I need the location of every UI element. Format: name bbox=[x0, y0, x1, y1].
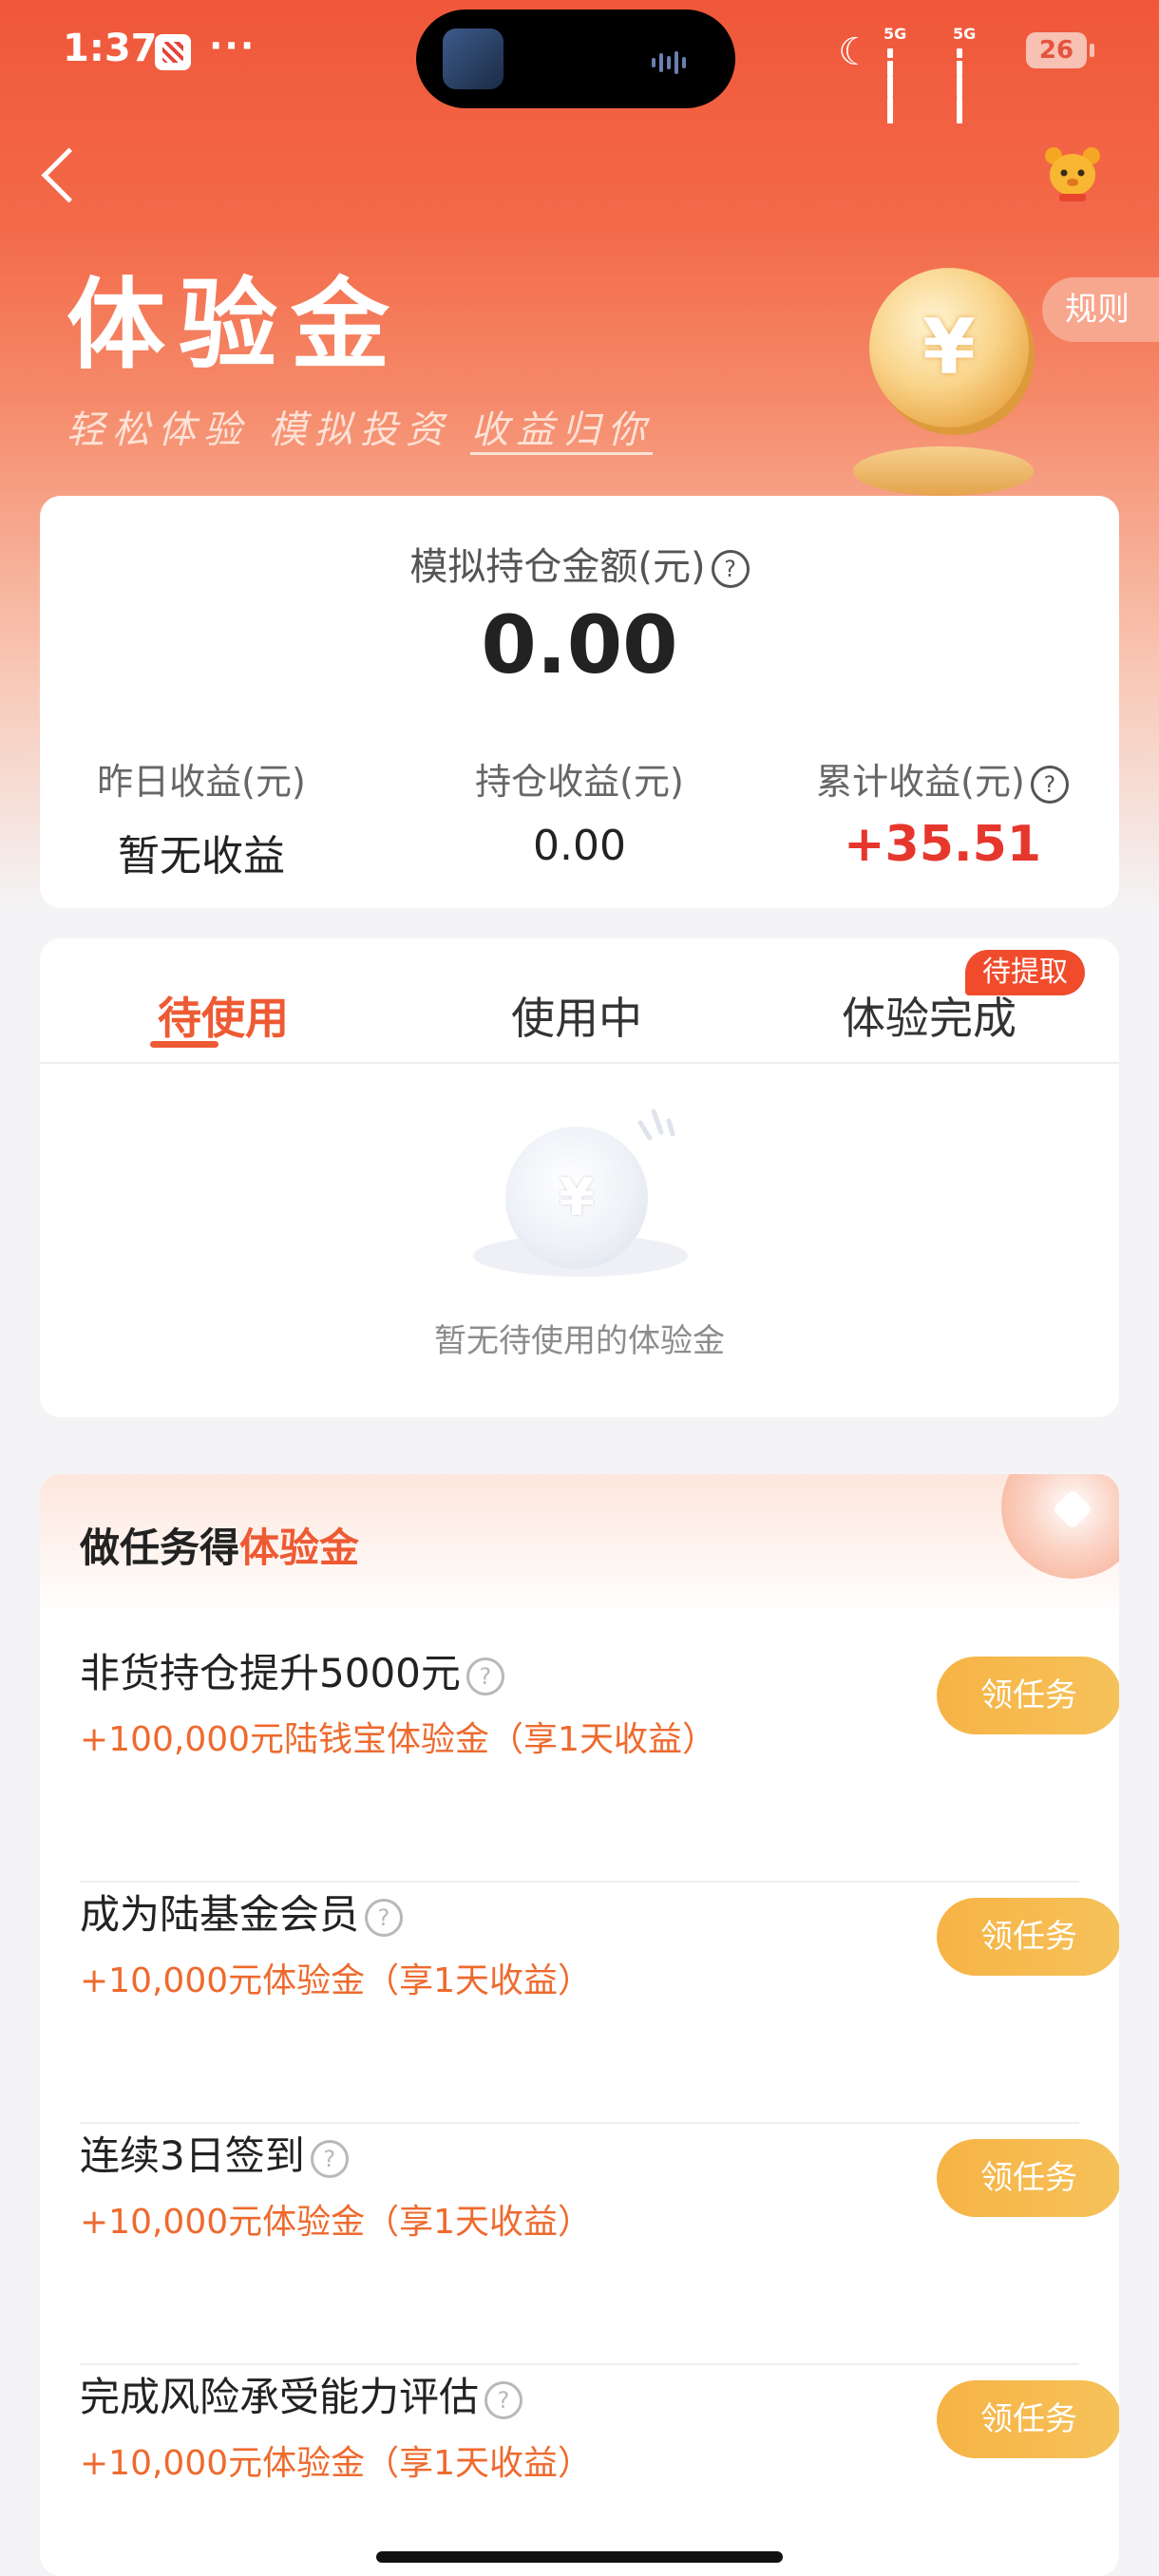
media-thumbnail-icon bbox=[443, 28, 504, 89]
tasks-card: 做任务得体验金 非货持仓提升5000元? +100,000元陆钱宝体验金（享1天… bbox=[40, 1474, 1119, 2576]
hero-subtitle-highlight: 收益归你 bbox=[470, 408, 654, 455]
task-reward: +10,000元体验金（享1天收益） bbox=[80, 2203, 593, 2242]
back-button[interactable] bbox=[36, 141, 82, 207]
claim-task-button[interactable]: 领任务 bbox=[937, 1657, 1119, 1734]
help-icon[interactable]: ? bbox=[310, 2139, 349, 2178]
help-icon[interactable]: ? bbox=[484, 2380, 523, 2419]
help-icon[interactable]: ? bbox=[365, 1898, 404, 1937]
holding-value: 0.00 bbox=[481, 598, 678, 691]
position-value: 0.00 bbox=[533, 822, 626, 870]
task-item: 成为陆基金会员? +10,000元体验金（享1天收益） 领任务 bbox=[80, 1883, 1119, 2124]
help-icon[interactable]: ? bbox=[711, 550, 750, 588]
position-label: 持仓收益(元) bbox=[475, 761, 684, 803]
battery-icon: 26 bbox=[1026, 32, 1094, 68]
tasks-title: 做任务得体验金 bbox=[80, 1516, 359, 1574]
decorative-orb-icon bbox=[1001, 1474, 1119, 1579]
task-item: 连续3日签到? +10,000元体验金（享1天收益） 领任务 bbox=[80, 2124, 1119, 2365]
page-title: 体验金 bbox=[66, 267, 404, 383]
home-indicator[interactable] bbox=[376, 2551, 783, 2563]
yesterday-earnings: 昨日收益(元) 暂无收益 bbox=[40, 752, 363, 882]
position-earnings: 持仓收益(元) 0.00 bbox=[418, 752, 741, 870]
empty-coin-symbol: ¥ bbox=[559, 1167, 595, 1227]
task-title: 成为陆基金会员 bbox=[80, 1891, 360, 1938]
task-title-row: 完成风险承受能力评估? bbox=[80, 2365, 523, 2423]
hero-subtitle: 轻松体验 模拟投资 收益归你 bbox=[66, 399, 654, 455]
task-item: 完成风险承受能力评估? +10,000元体验金（享1天收益） 领任务 bbox=[80, 2365, 1119, 2576]
notification-app-icon bbox=[155, 34, 191, 70]
gold-coin-icon: ¥ bbox=[869, 268, 1029, 427]
task-item: 非货持仓提升5000元? +100,000元陆钱宝体验金（享1天收益） 领任务 bbox=[80, 1641, 1119, 1883]
claim-task-button[interactable]: 领任务 bbox=[937, 2139, 1119, 2217]
tasks-title-prefix: 做任务得 bbox=[80, 1525, 240, 1571]
help-icon[interactable]: ? bbox=[466, 1657, 504, 1695]
coin-symbol: ¥ bbox=[922, 303, 976, 391]
task-title-row: 成为陆基金会员? bbox=[80, 1883, 404, 1941]
status-bar: 1:37 ··· ☾ 5G 5G 26 bbox=[0, 0, 1159, 123]
sparkle-icon bbox=[637, 1108, 675, 1141]
help-icon[interactable]: ? bbox=[1030, 765, 1069, 804]
task-title-row: 非货持仓提升5000元? bbox=[80, 1641, 504, 1699]
battery-level: 26 bbox=[1038, 36, 1074, 65]
task-reward: +10,000元体验金（享1天收益） bbox=[80, 2444, 593, 2483]
task-title-row: 连续3日签到? bbox=[80, 2124, 349, 2182]
audio-wave-icon bbox=[652, 51, 699, 74]
status-more-dots: ··· bbox=[209, 25, 256, 66]
task-reward: +10,000元体验金（享1天收益） bbox=[80, 1961, 593, 2000]
total-value: +35.51 bbox=[843, 816, 1042, 873]
task-title: 连续3日签到 bbox=[80, 2132, 305, 2179]
task-title: 非货持仓提升5000元 bbox=[80, 1650, 461, 1696]
task-title: 完成风险承受能力评估 bbox=[80, 2374, 480, 2420]
total-earnings: 累计收益(元)? +35.51 bbox=[771, 752, 1113, 873]
total-label: 累计收益(元) bbox=[816, 761, 1025, 803]
claim-task-button[interactable]: 领任务 bbox=[937, 1898, 1119, 1976]
status-time: 1:37 bbox=[63, 27, 158, 70]
tasks-title-highlight: 体验金 bbox=[239, 1525, 360, 1571]
tab-pending[interactable]: 待使用 bbox=[158, 984, 289, 1047]
mascot-icon[interactable] bbox=[1042, 142, 1103, 203]
total-label-row: 累计收益(元)? bbox=[771, 752, 1113, 805]
dynamic-island[interactable] bbox=[416, 9, 735, 108]
active-tab-indicator bbox=[150, 1041, 218, 1048]
empty-state-text: 暂无待使用的体验金 bbox=[434, 1322, 725, 1360]
tab-in-use[interactable]: 使用中 bbox=[511, 984, 642, 1047]
tab-badge: 待提取 bbox=[965, 950, 1085, 995]
empty-coin-icon: ¥ bbox=[505, 1127, 648, 1269]
holding-label: 模拟持仓金额(元) bbox=[409, 545, 706, 589]
summary-card: 模拟持仓金额(元)? 0.00 昨日收益(元) 暂无收益 持仓收益(元) 0.0… bbox=[40, 496, 1119, 908]
holding-label-row: 模拟持仓金额(元)? bbox=[40, 536, 1119, 591]
do-not-disturb-moon-icon: ☾ bbox=[838, 30, 872, 74]
coin-stack-icon bbox=[853, 446, 1034, 496]
rules-button[interactable]: 规则 bbox=[1042, 277, 1159, 342]
claim-task-button[interactable]: 领任务 bbox=[937, 2380, 1119, 2458]
yesterday-label: 昨日收益(元) bbox=[97, 761, 306, 803]
task-reward: +100,000元陆钱宝体验金（享1天收益） bbox=[80, 1720, 716, 1759]
yesterday-value: 暂无收益 bbox=[118, 832, 285, 881]
tasks-header: 做任务得体验金 bbox=[40, 1474, 1119, 1617]
hero-subtitle-text: 轻松体验 模拟投资 bbox=[66, 408, 471, 452]
tabs-divider bbox=[40, 1062, 1119, 1064]
